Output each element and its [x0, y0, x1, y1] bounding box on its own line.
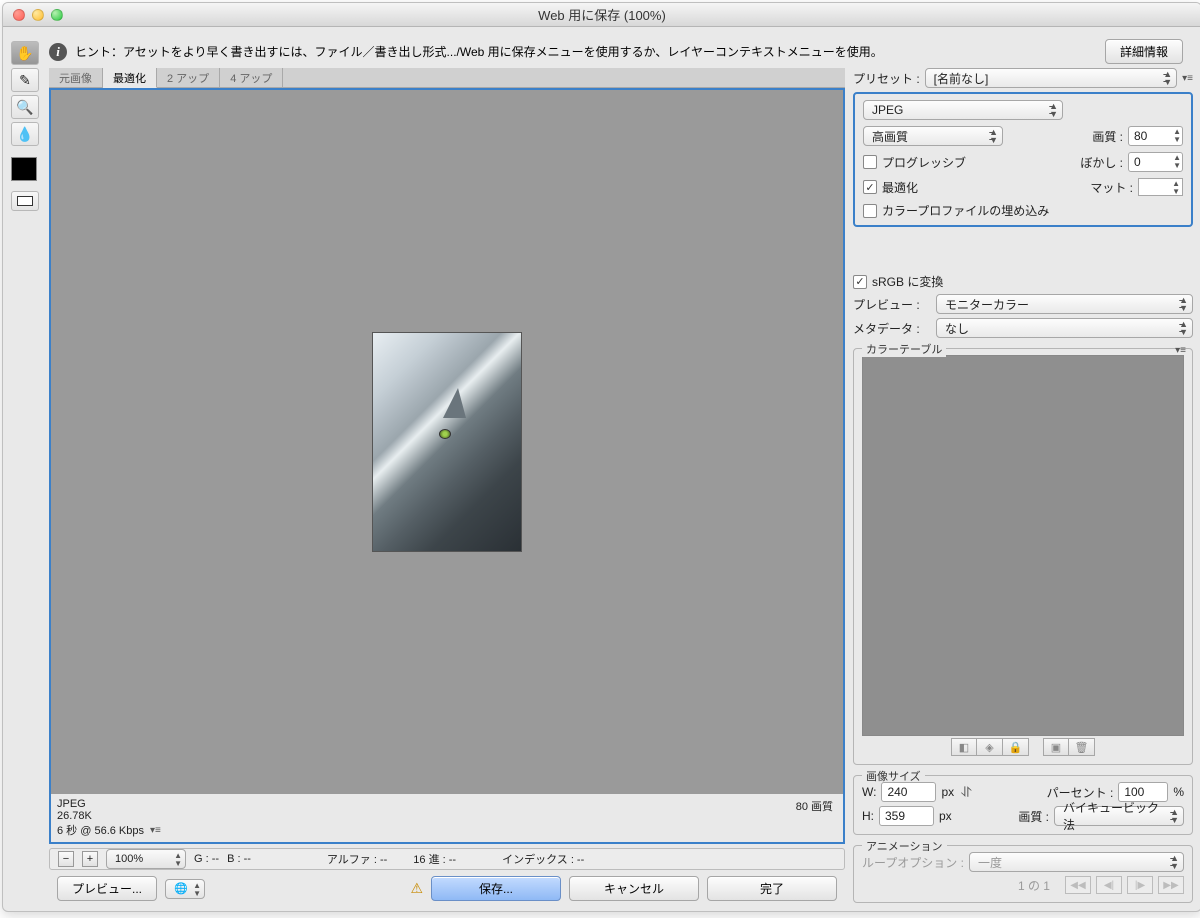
preset-label: プリセット : [853, 70, 920, 87]
frame-counter: 1 の 1 [1018, 877, 1050, 894]
info-quality: 80 画質 [796, 798, 833, 814]
dialog-footer: プレビュー... 🌐▲▼ ⚠ 保存... キャンセル 完了 [49, 870, 845, 903]
ct-snap-button[interactable]: ◧ [951, 738, 977, 756]
canvas-frame: JPEG 26.78K 6 秒 @ 56.6 Kbps ▾≡ 80 画質 [49, 88, 845, 844]
preview-tabs: 元画像 最適化 2 アップ 4 アップ [49, 68, 845, 88]
hint-text: ヒント：アセットをより早く書き出すには、ファイル／書き出し形式.../Web 用… [75, 43, 1097, 60]
prev-frame-button: ◀| [1096, 876, 1122, 894]
animation-panel: アニメーション ループオプション : 一度▲▼ 1 の 1 ◀◀ ◀| [853, 845, 1193, 903]
info-size: 26.78K [57, 810, 837, 822]
image-size-panel: 画像サイズ W: 240 px ⥯ パーセント : 100 % H: [853, 775, 1193, 835]
globe-icon: 🌐 [174, 882, 188, 895]
window-title: Web 用に保存 (100%) [3, 5, 1200, 24]
first-frame-button: ◀◀ [1065, 876, 1091, 894]
speed-flyout-icon[interactable]: ▾≡ [150, 825, 161, 836]
preview-image[interactable] [372, 332, 522, 552]
color-table-area[interactable] [862, 355, 1184, 736]
metadata-select[interactable]: なし▲▼ [936, 318, 1193, 338]
color-table-title: カラーテーブル [862, 341, 946, 357]
zoom-select[interactable]: 100%▲▼ [106, 849, 186, 869]
quality-label: 画質 : [1092, 128, 1123, 145]
warning-icon: ⚠ [410, 880, 423, 897]
animation-title: アニメーション [862, 838, 947, 854]
percent-label: パーセント : [1047, 784, 1114, 801]
loop-label: ループオプション : [862, 854, 964, 871]
color-table-panel: カラーテーブル ▾≡ ◧ ◈ 🔒 ▣ 🗑 [853, 348, 1193, 765]
embed-profile-checkbox[interactable] [863, 204, 877, 218]
matte-select[interactable]: ▲▼ [1138, 178, 1183, 196]
settings-panel: プリセット : [名前なし]▲▼ ▾≡ JPEG▲▼ [853, 68, 1193, 903]
info-speed: 6 秒 @ 56.6 Kbps [57, 822, 144, 838]
preview-label: プレビュー : [853, 296, 931, 313]
tool-strip: ✋ ✎ 🔍 💧 [11, 35, 43, 903]
title-bar: Web 用に保存 (100%) [3, 3, 1200, 27]
w-label: W: [862, 785, 876, 799]
done-button[interactable]: 完了 [707, 876, 837, 901]
zoom-tool[interactable]: 🔍 [11, 95, 39, 119]
format-panel: JPEG▲▼ 高画質▲▼ 画質 : 80▲▼ [853, 92, 1193, 227]
canvas-area[interactable] [51, 90, 843, 794]
details-button[interactable]: 詳細情報 [1105, 39, 1183, 64]
h-label: H: [862, 809, 874, 823]
ct-shift-button[interactable]: ◈ [977, 738, 1003, 756]
resample-select[interactable]: バイキュービック法▲▼ [1054, 806, 1184, 826]
canvas-info: JPEG 26.78K 6 秒 @ 56.6 Kbps ▾≡ 80 画質 [51, 794, 843, 842]
info-icon: i [49, 43, 67, 61]
status-alpha: アルファ : -- [327, 851, 387, 867]
loop-select: 一度▲▼ [969, 852, 1184, 872]
matte-label: マット : [1090, 179, 1133, 196]
status-b: B : -- [227, 853, 251, 865]
width-input[interactable]: 240 [881, 782, 936, 802]
zoom-out-button[interactable]: − [58, 851, 74, 867]
next-frame-button: |▶ [1127, 876, 1153, 894]
zoom-in-button[interactable]: + [82, 851, 98, 867]
preview-button[interactable]: プレビュー... [57, 876, 157, 901]
quality-preset-select[interactable]: 高画質▲▼ [863, 126, 1003, 146]
progressive-label: プログレッシブ [882, 154, 966, 171]
save-button[interactable]: 保存... [431, 876, 561, 901]
srgb-checkbox[interactable]: ✓ [853, 275, 867, 289]
srgb-label: sRGB に変換 [872, 273, 943, 290]
tab-2up[interactable]: 2 アップ [157, 68, 220, 87]
preset-flyout-icon[interactable]: ▾≡ [1182, 73, 1193, 84]
ct-trash-button[interactable]: 🗑 [1069, 738, 1095, 756]
pct-label: % [1173, 785, 1184, 799]
link-icon[interactable]: ⥯ [961, 784, 971, 801]
hand-tool[interactable]: ✋ [11, 41, 39, 65]
optimized-label: 最適化 [882, 179, 918, 196]
tab-4up[interactable]: 4 アップ [220, 68, 283, 87]
tab-original[interactable]: 元画像 [49, 68, 103, 87]
status-g: G : -- [194, 853, 219, 865]
embed-profile-label: カラープロファイルの埋め込み [882, 202, 1049, 219]
last-frame-button: ▶▶ [1158, 876, 1184, 894]
status-index: インデックス : -- [502, 851, 584, 867]
quality-input[interactable]: 80▲▼ [1128, 126, 1183, 146]
blur-label: ぼかし : [1080, 154, 1123, 171]
progressive-checkbox[interactable] [863, 155, 877, 169]
status-hex: 16 進 : -- [413, 851, 456, 867]
preview-select[interactable]: モニターカラー▲▼ [936, 294, 1193, 314]
toggle-slices-icon[interactable] [11, 191, 39, 211]
optimized-checkbox[interactable]: ✓ [863, 180, 877, 194]
blur-input[interactable]: 0▲▼ [1128, 152, 1183, 172]
slice-select-tool[interactable]: ✎ [11, 68, 39, 92]
metadata-label: メタデータ : [853, 320, 931, 337]
tab-optimized[interactable]: 最適化 [103, 68, 157, 88]
status-bar: − + 100%▲▼ G : -- B : -- アルファ : -- 16 進 … [49, 848, 845, 870]
px-label: px [941, 785, 954, 799]
height-input[interactable]: 359 [879, 806, 934, 826]
cancel-button[interactable]: キャンセル [569, 876, 699, 901]
ct-lock-button[interactable]: 🔒 [1003, 738, 1029, 756]
ct-new-button[interactable]: ▣ [1043, 738, 1069, 756]
info-format: JPEG [57, 798, 837, 810]
browser-select[interactable]: 🌐▲▼ [165, 879, 205, 899]
resample-quality-label: 画質 : [1018, 808, 1049, 825]
eyedropper-tool[interactable]: 💧 [11, 122, 39, 146]
preset-select[interactable]: [名前なし]▲▼ [925, 68, 1177, 88]
px-label2: px [939, 809, 952, 823]
colortable-flyout-icon[interactable]: ▾≡ [1175, 345, 1186, 356]
eyedropper-color-swatch[interactable] [11, 157, 37, 181]
format-select[interactable]: JPEG▲▼ [863, 100, 1063, 120]
